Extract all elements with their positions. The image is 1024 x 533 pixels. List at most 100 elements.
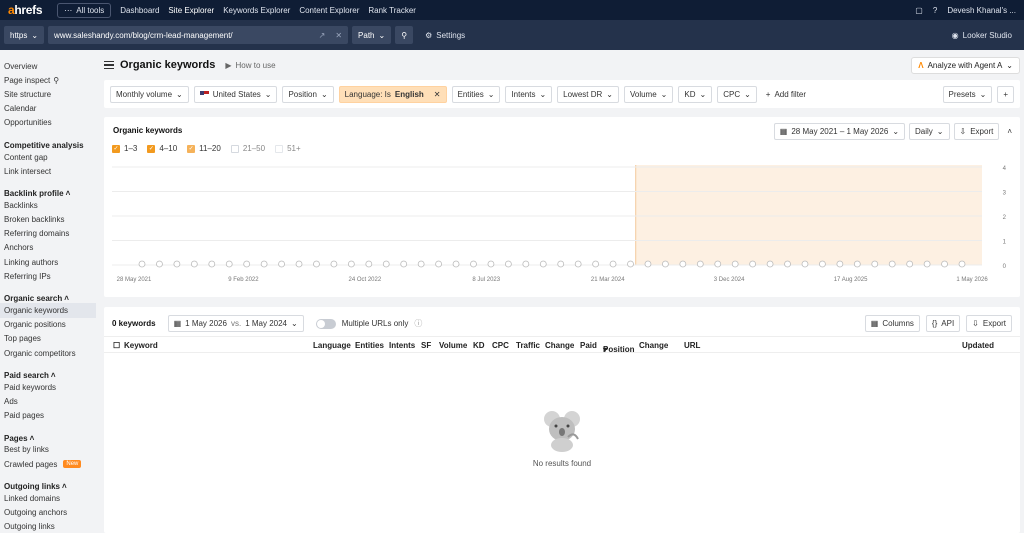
col-paid[interactable]: Paid xyxy=(580,341,597,350)
clear-icon[interactable]: ✕ xyxy=(335,31,342,40)
sidebar-section-backlink[interactable]: Backlink profile ˄ xyxy=(0,184,100,198)
sidebar-item-ads[interactable]: Ads xyxy=(0,394,100,408)
col-volume[interactable]: Volume xyxy=(439,341,467,350)
add-preset-button[interactable]: + xyxy=(997,85,1014,103)
legend-item[interactable]: ✓ 1–3 xyxy=(112,144,137,153)
close-icon[interactable]: ✕ xyxy=(434,90,441,99)
sidebar-item-opportunities[interactable]: Opportunities xyxy=(0,116,100,130)
col-sf[interactable]: SF xyxy=(421,341,431,350)
sidebar-item-site-structure[interactable]: Site structure xyxy=(0,87,100,101)
sidebar-item-best-by-links[interactable]: Best by links xyxy=(0,443,100,457)
legend-item[interactable]: 51+ xyxy=(275,144,301,153)
col-keyword[interactable]: Keyword xyxy=(124,341,158,350)
multiple-urls-toggle[interactable] xyxy=(315,318,336,329)
col-kd[interactable]: KD xyxy=(473,341,485,350)
col-cpc[interactable]: CPC xyxy=(492,341,509,350)
chart-export-button[interactable]: ⇩ Export xyxy=(953,123,1000,140)
window-icon[interactable]: ▢ xyxy=(915,6,923,15)
col-position-change[interactable]: Change xyxy=(639,341,668,350)
sidebar-item-anchors[interactable]: Anchors xyxy=(0,241,100,255)
col-entities[interactable]: Entities xyxy=(355,341,384,350)
col-url[interactable]: URL xyxy=(684,341,700,350)
columns-button[interactable]: ▦ Columns xyxy=(864,315,920,332)
select-all-checkbox[interactable]: ☐ xyxy=(113,341,120,350)
sidebar-item-link-intersect[interactable]: Link intersect xyxy=(0,164,100,178)
looker-studio-button[interactable]: ◉ Looker Studio xyxy=(952,31,1012,40)
legend-checkbox[interactable] xyxy=(230,144,239,153)
nav-dashboard[interactable]: Dashboard xyxy=(120,6,159,15)
mode-select[interactable]: Path ⌄ xyxy=(352,26,392,44)
sidebar-item-calendar[interactable]: Calendar xyxy=(0,102,100,116)
user-menu[interactable]: Devesh Khanal's ... xyxy=(947,6,1016,15)
sidebar-item-content-gap[interactable]: Content gap xyxy=(0,150,100,164)
legend-checkbox[interactable] xyxy=(275,144,284,153)
sidebar-item-page-inspect[interactable]: Page inspect ⚲ xyxy=(0,73,100,87)
filter-cpc[interactable]: CPC ⌄ xyxy=(717,85,757,103)
legend-item[interactable]: ✓ 4–10 xyxy=(147,144,177,153)
filter-volume[interactable]: Volume ⌄ xyxy=(623,85,674,103)
legend-item[interactable]: 21–50 xyxy=(230,144,265,153)
sidebar-section-outgoing[interactable]: Outgoing links ˄ xyxy=(0,477,100,491)
compare-dates-button[interactable]: ▦ 1 May 2026 vs. 1 May 2024 ⌄ xyxy=(167,315,304,332)
interval-select[interactable]: Daily ⌄ xyxy=(909,123,950,140)
legend-checkbox[interactable]: ✓ xyxy=(147,144,156,153)
legend-checkbox[interactable]: ✓ xyxy=(187,144,196,153)
filter-language[interactable]: Language: Is English ✕ xyxy=(338,85,447,103)
collapse-icon[interactable]: ˄ xyxy=(1007,127,1012,136)
filter-lowest-dr[interactable]: Lowest DR ⌄ xyxy=(557,85,619,103)
filter-entities[interactable]: Entities ⌄ xyxy=(451,85,501,103)
add-filter-button[interactable]: + Add filter xyxy=(766,90,806,99)
sidebar-item-overview[interactable]: Overview xyxy=(0,59,100,73)
legend-item[interactable]: ✓ 11–20 xyxy=(187,144,221,153)
help-icon[interactable]: ? xyxy=(933,6,937,15)
sidebar-section-paid[interactable]: Paid search ˄ xyxy=(0,366,100,380)
sidebar-section-organic[interactable]: Organic search ˄ xyxy=(0,289,100,303)
sidebar-item-referring-ips[interactable]: Referring IPs xyxy=(0,269,100,283)
sidebar-item-organic-keywords[interactable]: Organic keywords xyxy=(0,303,96,318)
nav-site-explorer[interactable]: Site Explorer xyxy=(168,6,214,15)
menu-icon[interactable] xyxy=(104,60,114,70)
date-range-button[interactable]: ▦ 28 May 2021 – 1 May 2026 ⌄ xyxy=(773,123,906,140)
api-button[interactable]: {} API xyxy=(925,315,961,332)
search-button[interactable]: ⚲ xyxy=(395,26,414,44)
nav-keywords-explorer[interactable]: Keywords Explorer xyxy=(223,6,290,15)
nav-rank-tracker[interactable]: Rank Tracker xyxy=(368,6,416,15)
sidebar-item-top-pages[interactable]: Top pages xyxy=(0,332,100,346)
sidebar-section-pages[interactable]: Pages ˄ xyxy=(0,429,100,443)
filter-monthly-volume[interactable]: Monthly volume ⌄ xyxy=(110,85,189,103)
nav-content-explorer[interactable]: Content Explorer xyxy=(299,6,359,15)
sidebar-item-outgoing-links[interactable]: Outgoing links xyxy=(0,520,100,533)
table-export-button[interactable]: ⇩ Export xyxy=(966,315,1012,332)
col-updated[interactable]: Updated xyxy=(962,341,994,350)
open-external-icon[interactable]: ↗ xyxy=(319,31,326,40)
settings-button[interactable]: ⚙ Settings xyxy=(425,31,465,40)
all-tools-button[interactable]: ⋯ All tools xyxy=(57,2,112,18)
col-intents[interactable]: Intents xyxy=(389,341,415,350)
sidebar-item-paid-keywords[interactable]: Paid keywords xyxy=(0,380,100,394)
col-language[interactable]: Language xyxy=(313,341,351,350)
analyze-agent-button[interactable]: Λ Analyze with Agent A ⌄ xyxy=(911,56,1020,74)
url-input[interactable]: www.saleshandy.com/blog/crm-lead-managem… xyxy=(48,26,349,44)
filter-country[interactable]: United States ⌄ xyxy=(193,85,278,103)
sidebar-item-linking-authors[interactable]: Linking authors xyxy=(0,255,100,269)
info-icon[interactable]: ⓘ xyxy=(414,318,422,329)
sidebar-item-broken-backlinks[interactable]: Broken backlinks xyxy=(0,213,100,227)
filter-kd[interactable]: KD ⌄ xyxy=(678,85,713,103)
sidebar-item-organic-competitors[interactable]: Organic competitors xyxy=(0,346,100,360)
col-traffic[interactable]: Traffic xyxy=(516,341,540,350)
sidebar-item-referring-domains[interactable]: Referring domains xyxy=(0,227,100,241)
filter-position[interactable]: Position ⌄ xyxy=(282,85,334,103)
sidebar-item-crawled-pages[interactable]: Crawled pages New xyxy=(0,457,100,471)
legend-checkbox[interactable]: ✓ xyxy=(112,144,120,153)
sidebar-item-paid-pages[interactable]: Paid pages xyxy=(0,409,100,423)
presets-button[interactable]: Presets ⌄ xyxy=(942,85,993,103)
sidebar-item-organic-positions[interactable]: Organic positions xyxy=(0,318,100,332)
how-to-use-link[interactable]: ▶ How to use xyxy=(225,61,275,70)
col-change[interactable]: Change xyxy=(545,341,574,350)
sidebar-item-linked-domains[interactable]: Linked domains xyxy=(0,491,100,505)
filter-intents[interactable]: Intents ⌄ xyxy=(505,85,553,103)
sidebar-item-outgoing-anchors[interactable]: Outgoing anchors xyxy=(0,505,100,519)
protocol-select[interactable]: https ⌄ xyxy=(4,26,45,44)
ahrefs-logo[interactable]: ahrefs xyxy=(8,3,43,17)
sidebar-item-backlinks[interactable]: Backlinks xyxy=(0,198,100,212)
